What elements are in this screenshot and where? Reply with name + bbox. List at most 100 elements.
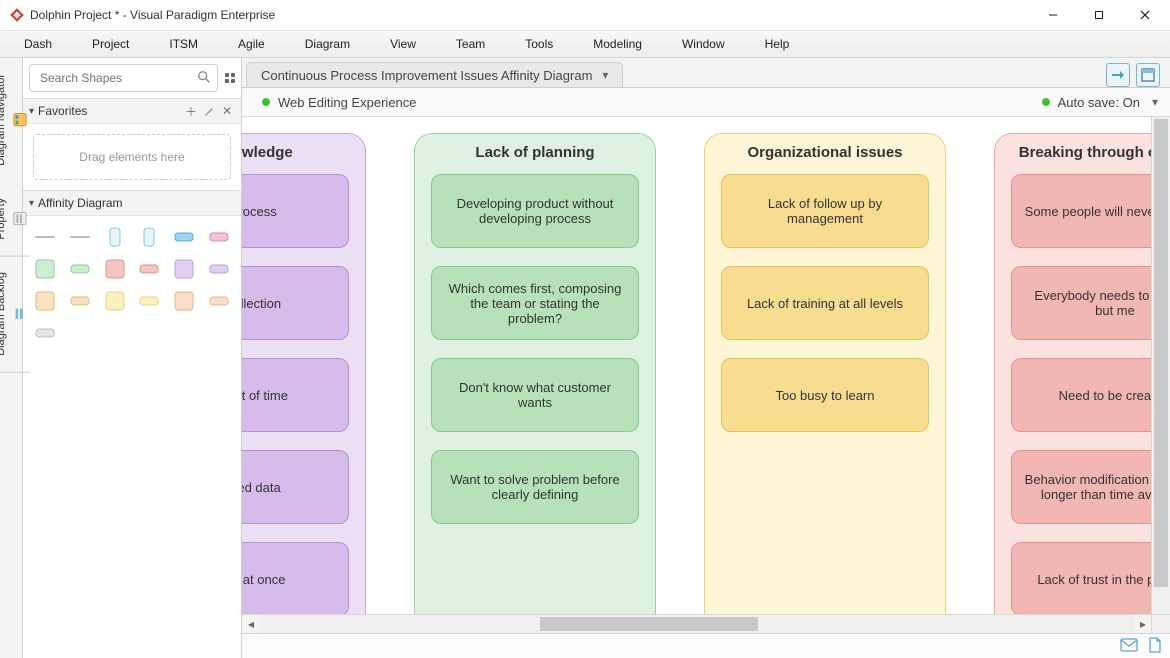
side-tab-property[interactable]: Property bbox=[0, 182, 30, 257]
search-shapes-input[interactable] bbox=[38, 70, 197, 86]
affinity-section-header[interactable]: ▾ Affinity Diagram bbox=[23, 190, 241, 216]
scroll-thumb[interactable] bbox=[1154, 119, 1168, 587]
menu-modeling[interactable]: Modeling bbox=[573, 31, 662, 57]
affinity-card[interactable]: cts at once bbox=[242, 542, 349, 616]
affinity-card[interactable]: process bbox=[242, 174, 349, 248]
shape-line-gray[interactable] bbox=[31, 226, 59, 248]
property-icon bbox=[13, 212, 27, 226]
shape-container-orange[interactable] bbox=[31, 290, 59, 312]
scroll-right-icon[interactable]: ▸ bbox=[1134, 615, 1152, 633]
affinity-card[interactable]: Don't know what customer wants bbox=[431, 358, 639, 432]
shape-card-pink[interactable] bbox=[205, 226, 233, 248]
shape-container-cyan-outline[interactable] bbox=[101, 226, 129, 248]
chevron-down-icon[interactable]: ▾ bbox=[1152, 95, 1158, 109]
shape-container-yellow[interactable] bbox=[101, 290, 129, 312]
shape-container-purple[interactable] bbox=[170, 258, 198, 280]
window-close-button[interactable] bbox=[1122, 0, 1168, 30]
favorites-add-button[interactable]: ＋ bbox=[183, 103, 199, 119]
document-icon[interactable] bbox=[1148, 637, 1162, 658]
affinity-card[interactable]: Need to be creative bbox=[1011, 358, 1170, 432]
shape-line-gray[interactable] bbox=[66, 226, 94, 248]
group-knowledge[interactable]: knowledge process collection nent of tim… bbox=[242, 133, 366, 633]
menu-help[interactable]: Help bbox=[745, 31, 810, 57]
shape-container-peach[interactable] bbox=[170, 290, 198, 312]
scroll-left-icon[interactable]: ◂ bbox=[242, 615, 260, 633]
mail-icon[interactable] bbox=[1120, 638, 1138, 657]
app-icon bbox=[10, 8, 24, 22]
scroll-track[interactable] bbox=[260, 615, 1134, 633]
affinity-card[interactable]: Behavior modification may take longer th… bbox=[1011, 450, 1170, 524]
shape-card-blue[interactable] bbox=[170, 226, 198, 248]
menu-itsm[interactable]: ITSM bbox=[149, 31, 218, 57]
statusbar bbox=[242, 633, 1170, 658]
affinity-card[interactable]: cted data bbox=[242, 450, 349, 524]
window-titlebar: Dolphin Project * - Visual Paradigm Ente… bbox=[0, 0, 1170, 31]
affinity-card[interactable]: Which comes first, composing the team or… bbox=[431, 266, 639, 340]
affinity-card[interactable]: Developing product without developing pr… bbox=[431, 174, 639, 248]
window-minimize-button[interactable] bbox=[1030, 0, 1076, 30]
group-planning[interactable]: Lack of planning Developing product with… bbox=[414, 133, 656, 633]
favorites-close-button[interactable]: ✕ bbox=[219, 103, 235, 119]
side-tab-diagram-backlog[interactable]: Diagram Backlog bbox=[0, 256, 30, 373]
vertical-scrollbar[interactable] bbox=[1151, 117, 1170, 615]
scroll-corner bbox=[1151, 614, 1170, 633]
affinity-card[interactable]: Lack of trust in the process bbox=[1011, 542, 1170, 616]
menu-agile[interactable]: Agile bbox=[218, 31, 285, 57]
diagram-canvas[interactable]: knowledge process collection nent of tim… bbox=[242, 117, 1170, 633]
palette-options-icon[interactable] bbox=[224, 71, 235, 85]
group-title: knowledge bbox=[242, 144, 365, 161]
shape-card-orange[interactable] bbox=[66, 290, 94, 312]
scroll-thumb[interactable] bbox=[540, 617, 759, 631]
feedback-icon[interactable] bbox=[1106, 63, 1130, 87]
fit-window-icon[interactable] bbox=[1136, 63, 1160, 87]
horizontal-scrollbar[interactable]: ◂ ▸ bbox=[242, 614, 1152, 633]
editor-status-strip: Web Editing Experience Auto save: On ▾ bbox=[242, 88, 1170, 117]
diagram-tabs: Continuous Process Improvement Issues Af… bbox=[242, 58, 1170, 88]
affinity-card[interactable]: collection bbox=[242, 266, 349, 340]
search-shapes-box[interactable] bbox=[29, 64, 218, 92]
affinity-card[interactable]: Too busy to learn bbox=[721, 358, 929, 432]
backlog-icon bbox=[13, 307, 27, 321]
shape-card-green[interactable] bbox=[66, 258, 94, 280]
affinity-card[interactable]: Lack of training at all levels bbox=[721, 266, 929, 340]
affinity-card[interactable]: Lack of follow up by management bbox=[721, 174, 929, 248]
group-title: Lack of planning bbox=[415, 144, 655, 161]
group-organizational[interactable]: Organizational issues Lack of follow up … bbox=[704, 133, 946, 633]
affinity-card[interactable]: Want to solve problem before clearly def… bbox=[431, 450, 639, 524]
shape-card-purple[interactable] bbox=[205, 258, 233, 280]
menu-view[interactable]: View bbox=[370, 31, 436, 57]
status-dot-icon bbox=[262, 98, 270, 106]
menu-project[interactable]: Project bbox=[72, 31, 149, 57]
menu-team[interactable]: Team bbox=[436, 31, 505, 57]
window-maximize-button[interactable] bbox=[1076, 0, 1122, 30]
side-tab-diagram-navigator[interactable]: Diagram Navigator bbox=[0, 58, 30, 182]
menubar: Dash Project ITSM Agile Diagram View Tea… bbox=[0, 31, 1170, 58]
shape-container-cyan-outline[interactable] bbox=[135, 226, 163, 248]
favorites-header[interactable]: ▾ Favorites ＋ ✕ bbox=[23, 98, 241, 124]
favorites-drop-area[interactable]: Drag elements here bbox=[33, 134, 231, 180]
autosave-label[interactable]: Auto save: On bbox=[1058, 95, 1140, 110]
menu-window[interactable]: Window bbox=[662, 31, 745, 57]
shape-card-yellow[interactable] bbox=[135, 290, 163, 312]
context-label[interactable]: Web Editing Experience bbox=[278, 95, 417, 110]
menu-tools[interactable]: Tools bbox=[505, 31, 573, 57]
shape-palette bbox=[23, 216, 241, 354]
canvas-viewport[interactable]: knowledge process collection nent of tim… bbox=[242, 117, 1170, 633]
search-icon[interactable] bbox=[197, 70, 211, 87]
menu-dash[interactable]: Dash bbox=[4, 31, 72, 57]
shape-card-red[interactable] bbox=[135, 258, 163, 280]
diagram-tab-active[interactable]: Continuous Process Improvement Issues Af… bbox=[246, 62, 623, 87]
side-tab-label: Diagram Navigator bbox=[0, 74, 7, 166]
shape-card-gray[interactable] bbox=[31, 322, 59, 344]
editor-area: Continuous Process Improvement Issues Af… bbox=[242, 58, 1170, 658]
affinity-card[interactable]: Everybody needs to change but me bbox=[1011, 266, 1170, 340]
affinity-card[interactable]: nent of time bbox=[242, 358, 349, 432]
group-old-ways[interactable]: Breaking through old ways Some people wi… bbox=[994, 133, 1170, 633]
shape-container-red[interactable] bbox=[101, 258, 129, 280]
favorites-edit-button[interactable] bbox=[201, 103, 217, 119]
menu-diagram[interactable]: Diagram bbox=[285, 31, 370, 57]
shape-card-peach[interactable] bbox=[205, 290, 233, 312]
group-title: Organizational issues bbox=[705, 144, 945, 161]
affinity-card[interactable]: Some people will never change bbox=[1011, 174, 1170, 248]
shape-container-green[interactable] bbox=[31, 258, 59, 280]
